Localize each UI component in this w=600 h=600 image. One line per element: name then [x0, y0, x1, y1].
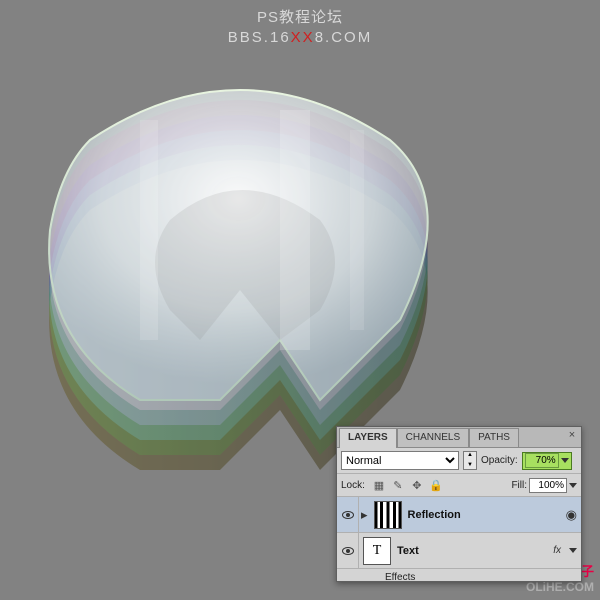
- fx-badge[interactable]: fx: [553, 545, 561, 556]
- blend-mode-select[interactable]: Normal: [341, 451, 459, 470]
- lock-pixels-icon[interactable]: ✎: [390, 477, 406, 493]
- fill-label: Fill:: [511, 480, 527, 491]
- filter-icon[interactable]: ▸: [361, 507, 368, 523]
- layer-row-text[interactable]: T Text fx: [337, 533, 581, 569]
- lock-icons: ▦ ✎ ✥ 🔒: [371, 477, 444, 493]
- lock-position-icon[interactable]: ✥: [409, 477, 425, 493]
- layer-row-reflection[interactable]: ▸ Reflection ◉: [337, 497, 581, 533]
- tab-paths[interactable]: PATHS: [469, 428, 519, 447]
- tab-layers[interactable]: LAYERS: [339, 428, 397, 448]
- panel-close-icon[interactable]: ×: [565, 429, 579, 443]
- header-url: BBS.16XX8.COM: [0, 29, 600, 46]
- top-glass-surface: [20, 80, 460, 480]
- blend-opacity-row: Normal ▲▼ Opacity:: [337, 448, 581, 474]
- layer-thumbnail[interactable]: [374, 501, 402, 529]
- lock-label: Lock:: [341, 480, 365, 491]
- eye-icon: [342, 547, 354, 555]
- eye-icon: [342, 511, 354, 519]
- lock-transparency-icon[interactable]: ▦: [371, 477, 387, 493]
- panel-tabs: LAYERS CHANNELS PATHS: [337, 427, 581, 448]
- layer-name: Reflection: [408, 509, 461, 521]
- smart-object-icon: ◉: [566, 507, 577, 523]
- layer-name: Text: [397, 545, 419, 557]
- visibility-toggle[interactable]: [337, 497, 359, 532]
- opacity-input[interactable]: [525, 453, 559, 468]
- layers-panel: × LAYERS CHANNELS PATHS Normal ▲▼ Opacit…: [336, 426, 582, 582]
- fx-expand-icon[interactable]: [569, 548, 577, 553]
- fill-input[interactable]: [529, 478, 567, 493]
- header-title: PS教程论坛: [0, 6, 600, 27]
- lock-all-icon[interactable]: 🔒: [428, 477, 444, 493]
- type-layer-thumbnail[interactable]: T: [363, 537, 391, 565]
- layer-list: ▸ Reflection ◉ T Text fx Effects: [337, 497, 581, 581]
- tab-channels[interactable]: CHANNELS: [397, 428, 469, 447]
- opacity-control[interactable]: [522, 452, 572, 470]
- visibility-toggle[interactable]: [337, 533, 359, 568]
- layered-3d-letter: [20, 80, 460, 480]
- opacity-dropdown-icon[interactable]: [561, 458, 569, 463]
- blend-stepper[interactable]: ▲▼: [463, 451, 477, 470]
- opacity-label: Opacity:: [481, 455, 518, 466]
- fill-dropdown-icon[interactable]: [569, 483, 577, 488]
- lock-fill-row: Lock: ▦ ✎ ✥ 🔒 Fill:: [337, 474, 581, 497]
- page-header: PS教程论坛 BBS.16XX8.COM: [0, 6, 600, 46]
- effects-row[interactable]: Effects: [337, 569, 581, 581]
